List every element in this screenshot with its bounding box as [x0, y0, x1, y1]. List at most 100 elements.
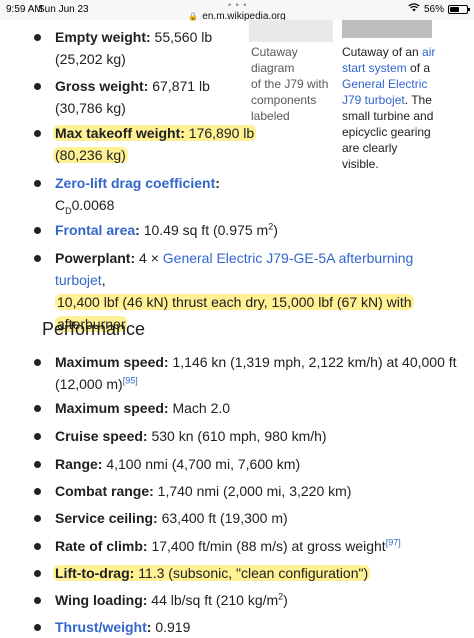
bullet: [34, 359, 41, 366]
caption-line: small turbine and: [342, 109, 434, 123]
spec-colon: :: [215, 175, 220, 191]
air-start-link[interactable]: air: [422, 45, 435, 59]
caption-text: .: [404, 93, 409, 107]
caption-line: of the J79 with: [251, 77, 329, 91]
perf-maximum-speed-mach: Maximum speed: Mach 2.0: [55, 397, 230, 419]
reference-link[interactable]: [97]: [386, 537, 401, 547]
spec-label: Powerplant:: [55, 250, 136, 266]
bullet: [34, 461, 41, 468]
bullet: [34, 624, 41, 631]
spec-value: ,: [101, 272, 106, 288]
bullet: [34, 180, 41, 187]
spec-label: Combat range:: [55, 483, 154, 499]
caption-line: epicyclic gearing: [342, 125, 431, 139]
spec-value: 1,146 kn (1,319 mph, 2,122 km/h) at 40,0…: [168, 354, 457, 370]
j79-cutaway-image[interactable]: [249, 20, 333, 42]
spec-empty-weight: Empty weight: 55,560 lb (25,202 kg): [55, 26, 212, 70]
section-heading-performance: Performance: [42, 319, 146, 339]
spec-label: Maximum speed:: [55, 400, 169, 416]
highlight: 10,400 lbf (46 kN) thrust each dry, 15,0…: [55, 294, 414, 310]
spec-value: Mach 2.0: [168, 400, 231, 416]
bullet: [34, 83, 41, 90]
bullet: [34, 570, 41, 577]
perf-cruise-speed: Cruise speed: 530 kn (610 mph, 980 km/h): [55, 425, 327, 447]
spec-label: Lift-to-drag:: [55, 565, 135, 581]
caption-text: of a: [406, 61, 431, 75]
spec-frontal-area: Frontal area: 10.49 sq ft (0.975 m2): [55, 219, 278, 241]
thrust-weight-link[interactable]: Thrust/weight: [55, 619, 147, 635]
air-start-cutaway-image[interactable]: [342, 20, 432, 38]
spec-value: 0.0068: [71, 197, 115, 213]
bullet: [34, 227, 41, 234]
spec-value: ): [283, 592, 288, 608]
spec-value: 63,400 ft (19,300 m): [157, 510, 288, 526]
highlight: (80,236 kg): [53, 147, 128, 163]
spec-value: 55,560 lb: [150, 29, 213, 45]
caption-text: The: [411, 93, 432, 107]
general-electric-link[interactable]: General Electric: [342, 77, 427, 91]
spec-label: Rate of climb:: [55, 538, 148, 554]
spec-value: 11.3 (subsonic, "clean configuration"): [134, 565, 369, 581]
caption-j79-cutaway: Cutaway diagram of the J79 with componen…: [251, 44, 341, 124]
spec-value: 10,400 lbf (46 kN) thrust each dry, 15,0…: [57, 294, 412, 310]
spec-label: Wing loading:: [55, 592, 148, 608]
spec-label: Range:: [55, 456, 103, 472]
spec-value: 4,100 nmi (4,700 mi, 7,600 km): [102, 456, 301, 472]
multitask-dots-icon[interactable]: • • •: [228, 0, 247, 10]
perf-range: Range: 4,100 nmi (4,700 mi, 7,600 km): [55, 453, 300, 475]
caption-line: components: [251, 93, 317, 107]
bullet: [34, 515, 41, 522]
perf-service-ceiling: Service ceiling: 63,400 ft (19,300 m): [55, 507, 288, 529]
spec-max-takeoff-weight: Max takeoff weight: 176,890 lb (80,236 k…: [53, 122, 257, 166]
spec-value: 10.49 sq ft (0.975 m: [139, 222, 269, 238]
zero-lift-drag-link[interactable]: Zero-lift drag coefficient: [55, 175, 215, 191]
perf-thrust-weight: Thrust/weight: 0.919: [55, 616, 190, 638]
spec-value: ): [273, 222, 278, 238]
highlight: Max takeoff weight: 176,890 lb: [53, 125, 257, 141]
bullet: [34, 130, 41, 137]
caption-air-start: Cutaway of an air start system of a Gene…: [342, 44, 442, 172]
caption-text: Cutaway of an: [342, 45, 423, 59]
bullet: [34, 543, 41, 550]
bullet: [34, 255, 41, 262]
spec-label: Cruise speed:: [55, 428, 148, 444]
caption-line: are clearly: [342, 141, 398, 155]
perf-combat-range: Combat range: 1,740 nmi (2,000 mi, 3,220…: [55, 480, 351, 502]
j79-turbojet-link[interactable]: J79 turbojet: [342, 93, 405, 107]
spec-label: Max takeoff weight:: [55, 125, 185, 141]
perf-maximum-speed: Maximum speed: 1,146 kn (1,319 mph, 2,12…: [55, 351, 465, 395]
spec-value: 17,400 ft/min (88 m/s) at gross weight: [147, 538, 386, 554]
bullet: [34, 597, 41, 604]
caption-line: labeled: [251, 109, 290, 123]
spec-value: 44 lb/sq ft (210 kg/m: [147, 592, 279, 608]
spec-value: 4 ×: [135, 250, 163, 266]
spec-value: (30,786 kg): [55, 100, 126, 116]
lock-icon: 🔒: [188, 12, 199, 21]
cd-symbol: C: [55, 197, 66, 213]
bullet: [34, 405, 41, 412]
spec-label: Maximum speed:: [55, 354, 169, 370]
spec-label: Service ceiling:: [55, 510, 158, 526]
frontal-area-link[interactable]: Frontal area: [55, 222, 135, 238]
spec-value: 0.919: [151, 619, 191, 635]
bullet: [34, 34, 41, 41]
reference-link[interactable]: [95]: [123, 375, 138, 385]
bullet: [34, 488, 41, 495]
spec-value: 530 kn (610 mph, 980 km/h): [147, 428, 327, 444]
air-start-system-link[interactable]: start system: [342, 61, 407, 75]
spec-value: 1,740 nmi (2,000 mi, 3,220 km): [153, 483, 352, 499]
spec-gross-weight: Gross weight: 67,871 lb (30,786 kg): [55, 75, 210, 119]
spec-value: (80,236 kg): [55, 147, 126, 163]
spec-value: (12,000 m): [55, 376, 123, 392]
perf-wing-loading: Wing loading: 44 lb/sq ft (210 kg/m2): [55, 589, 288, 611]
spec-label: Gross weight:: [55, 78, 149, 94]
highlight: Lift-to-drag: 11.3 (subsonic, "clean con…: [53, 565, 371, 581]
caption-line: Cutaway diagram: [251, 45, 298, 75]
spec-zero-lift-drag: Zero-lift drag coefficient: CD0.0068: [55, 172, 220, 216]
spec-value: (25,202 kg): [55, 51, 126, 67]
spec-value: 176,890 lb: [184, 125, 255, 141]
caption-line: visible.: [342, 157, 379, 171]
perf-rate-of-climb: Rate of climb: 17,400 ft/min (88 m/s) at…: [55, 535, 401, 557]
perf-lift-to-drag: Lift-to-drag: 11.3 (subsonic, "clean con…: [53, 562, 371, 584]
spec-label: Empty weight:: [55, 29, 151, 45]
